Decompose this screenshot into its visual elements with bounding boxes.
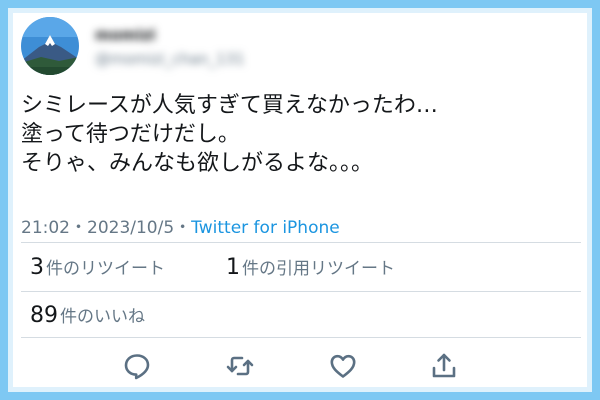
likes-count: 89 [30, 303, 58, 328]
tweet-source-link[interactable]: Twitter for iPhone [191, 218, 340, 238]
tweet-text-line: 塗って待つだけだし。 [21, 122, 240, 147]
tweet-text-line: シミレースが人気すぎて買えなかったわ… [21, 93, 438, 118]
divider [21, 337, 581, 338]
action-bar [0, 342, 600, 388]
tweet-card [13, 13, 587, 387]
quotes-count: 1 [226, 255, 240, 280]
retweets-stat[interactable]: 3 件のリツイート [30, 254, 165, 280]
tweet-text-line: そりゃ、みんなも欲しがるよな。。。 [21, 151, 374, 176]
author-handle[interactable]: @momizi_chan_131 [95, 50, 245, 68]
like-icon [330, 354, 356, 378]
reply-icon [124, 354, 150, 380]
separator-dot: ・ [174, 218, 192, 238]
tweet-text: シミレースが人気すぎて買えなかったわ… 塗って待つだけだし。 そりゃ、みんなも欲… [21, 91, 581, 178]
likes-label: 件のいいね [60, 307, 145, 327]
divider [21, 291, 581, 292]
author-name[interactable]: momizi [95, 26, 156, 44]
likes-stat[interactable]: 89 件のいいね [30, 302, 145, 328]
like-button[interactable] [323, 346, 363, 386]
divider [21, 242, 581, 243]
retweet-button[interactable] [220, 346, 260, 386]
reply-button[interactable] [117, 346, 157, 386]
share-icon [432, 353, 456, 378]
retweets-count: 3 [30, 255, 44, 280]
quotes-label: 件の引用リツイート [242, 259, 395, 279]
quotes-stat[interactable]: 1 件の引用リツイート [226, 254, 395, 280]
tweet-meta: 21:02・2023/10/5・Twitter for iPhone [21, 213, 340, 238]
separator-dot: ・ [70, 218, 87, 238]
tweet-date[interactable]: 2023/10/5 [87, 218, 174, 238]
mount-fuji-avatar-image [21, 17, 79, 75]
avatar[interactable] [21, 17, 79, 75]
retweet-icon [226, 356, 254, 376]
retweets-label: 件のリツイート [46, 259, 165, 279]
share-button[interactable] [424, 346, 464, 386]
tweet-time: 21:02 [21, 218, 70, 238]
